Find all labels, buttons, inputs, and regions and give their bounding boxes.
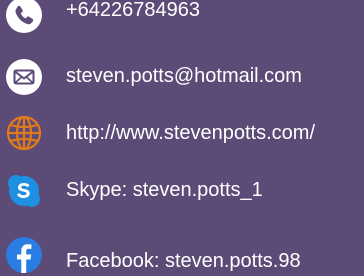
skype-handle[interactable]: Skype: steven.potts_1 (66, 178, 263, 202)
facebook-handle[interactable]: Facebook: steven.potts.98 (66, 249, 301, 273)
contact-row-skype[interactable]: Skype: steven.potts_1 (0, 168, 364, 212)
globe-icon (5, 114, 43, 152)
phone-number[interactable]: +64226784963 (66, 0, 200, 22)
contact-row-phone[interactable]: +64226784963 (0, 0, 364, 38)
website-link[interactable]: http://www.stevenpotts.com/ (66, 121, 315, 145)
skype-icon (5, 172, 43, 210)
contact-row-website[interactable]: http://www.stevenpotts.com/ (0, 112, 364, 156)
facebook-icon (5, 236, 43, 274)
contact-row-email[interactable]: steven.potts@hotmail.com (0, 54, 364, 98)
contact-row-facebook[interactable]: Facebook: steven.potts.98 (0, 224, 364, 273)
contact-list: +64226784963 steven.potts@hotmail.com ht… (0, 0, 364, 276)
envelope-icon (5, 58, 43, 96)
email-address[interactable]: steven.potts@hotmail.com (66, 64, 302, 88)
phone-icon (5, 0, 43, 34)
